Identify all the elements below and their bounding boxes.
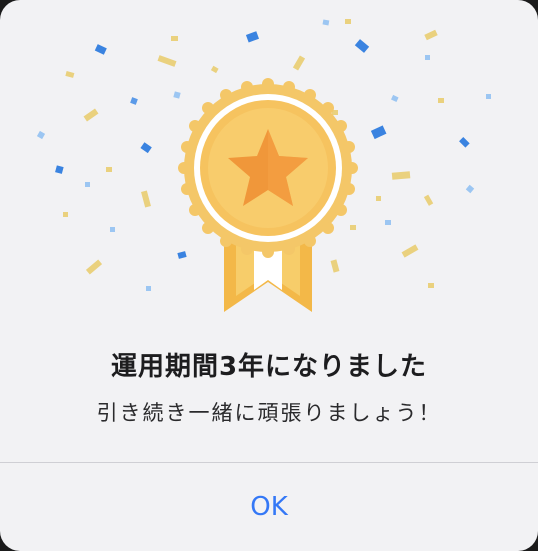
alert-dialog: 運用期間3年になりました 引き続き一緒に頑張りましょう！ OK [0,0,538,551]
celebration-illustration [36,19,491,312]
dialog-message: 引き続き一緒に頑張りましょう！ [96,401,442,425]
dialog-title: 運用期間3年になりました [110,352,428,382]
star-medal-icon [178,78,358,312]
ok-button[interactable]: OK [0,463,538,551]
